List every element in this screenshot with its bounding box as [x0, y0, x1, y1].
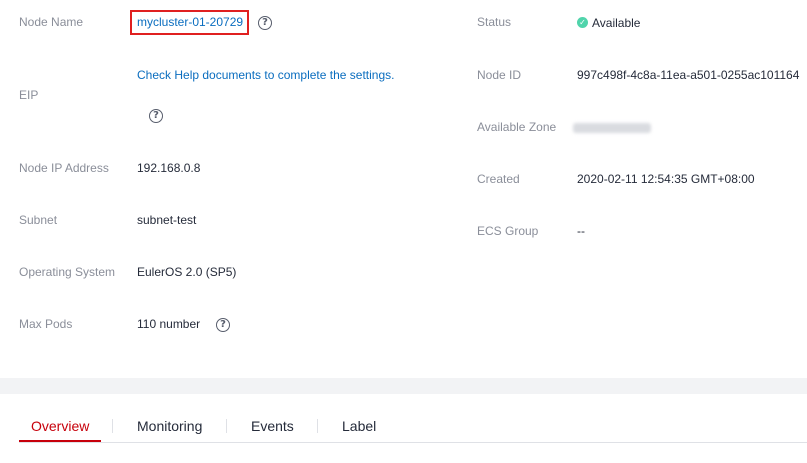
- status-check-icon: ✓: [577, 17, 588, 28]
- available-zone-redacted: [573, 123, 651, 133]
- tab-overview[interactable]: Overview: [31, 418, 89, 434]
- node-ip-value: 192.168.0.8: [137, 161, 201, 175]
- os-value: EulerOS 2.0 (SP5): [137, 265, 237, 279]
- ecs-group-label: ECS Group: [477, 224, 539, 238]
- section-divider: [0, 378, 807, 394]
- eip-help-icon[interactable]: ?: [149, 109, 163, 123]
- status-label: Status: [477, 15, 512, 29]
- max-pods-label: Max Pods: [19, 317, 73, 331]
- node-name-help-icon[interactable]: ?: [258, 16, 272, 30]
- available-zone-label: Available Zone: [477, 120, 557, 134]
- max-pods-value: 110 number: [137, 317, 201, 331]
- node-ip-label: Node IP Address: [19, 161, 109, 175]
- tab-divider: [226, 419, 227, 433]
- tab-events[interactable]: Events: [251, 418, 294, 434]
- ecs-group-value: --: [577, 224, 585, 238]
- subnet-label: Subnet: [19, 213, 58, 227]
- tab-divider: [317, 419, 318, 433]
- os-label: Operating System: [19, 265, 116, 279]
- highlight-box: [130, 10, 249, 35]
- status-value: Available: [592, 16, 641, 30]
- node-id-label: Node ID: [477, 68, 522, 82]
- node-id-value: 997c498f-4c8a-11ea-a501-0255ac101164: [577, 68, 800, 82]
- eip-label: EIP: [19, 88, 39, 102]
- max-pods-help-icon[interactable]: ?: [216, 318, 230, 332]
- tab-label[interactable]: Label: [342, 418, 376, 434]
- tab-divider: [112, 419, 113, 433]
- node-name-label: Node Name: [19, 15, 84, 29]
- tab-bar: Overview Monitoring Events Label: [0, 394, 807, 463]
- created-value: 2020-02-11 12:54:35 GMT+08:00: [577, 172, 755, 186]
- tabs-baseline: [19, 442, 807, 443]
- tab-monitoring[interactable]: Monitoring: [137, 418, 202, 434]
- created-label: Created: [477, 172, 520, 186]
- subnet-value: subnet-test: [137, 213, 197, 227]
- eip-help-link[interactable]: Check Help documents to complete the set…: [137, 68, 394, 82]
